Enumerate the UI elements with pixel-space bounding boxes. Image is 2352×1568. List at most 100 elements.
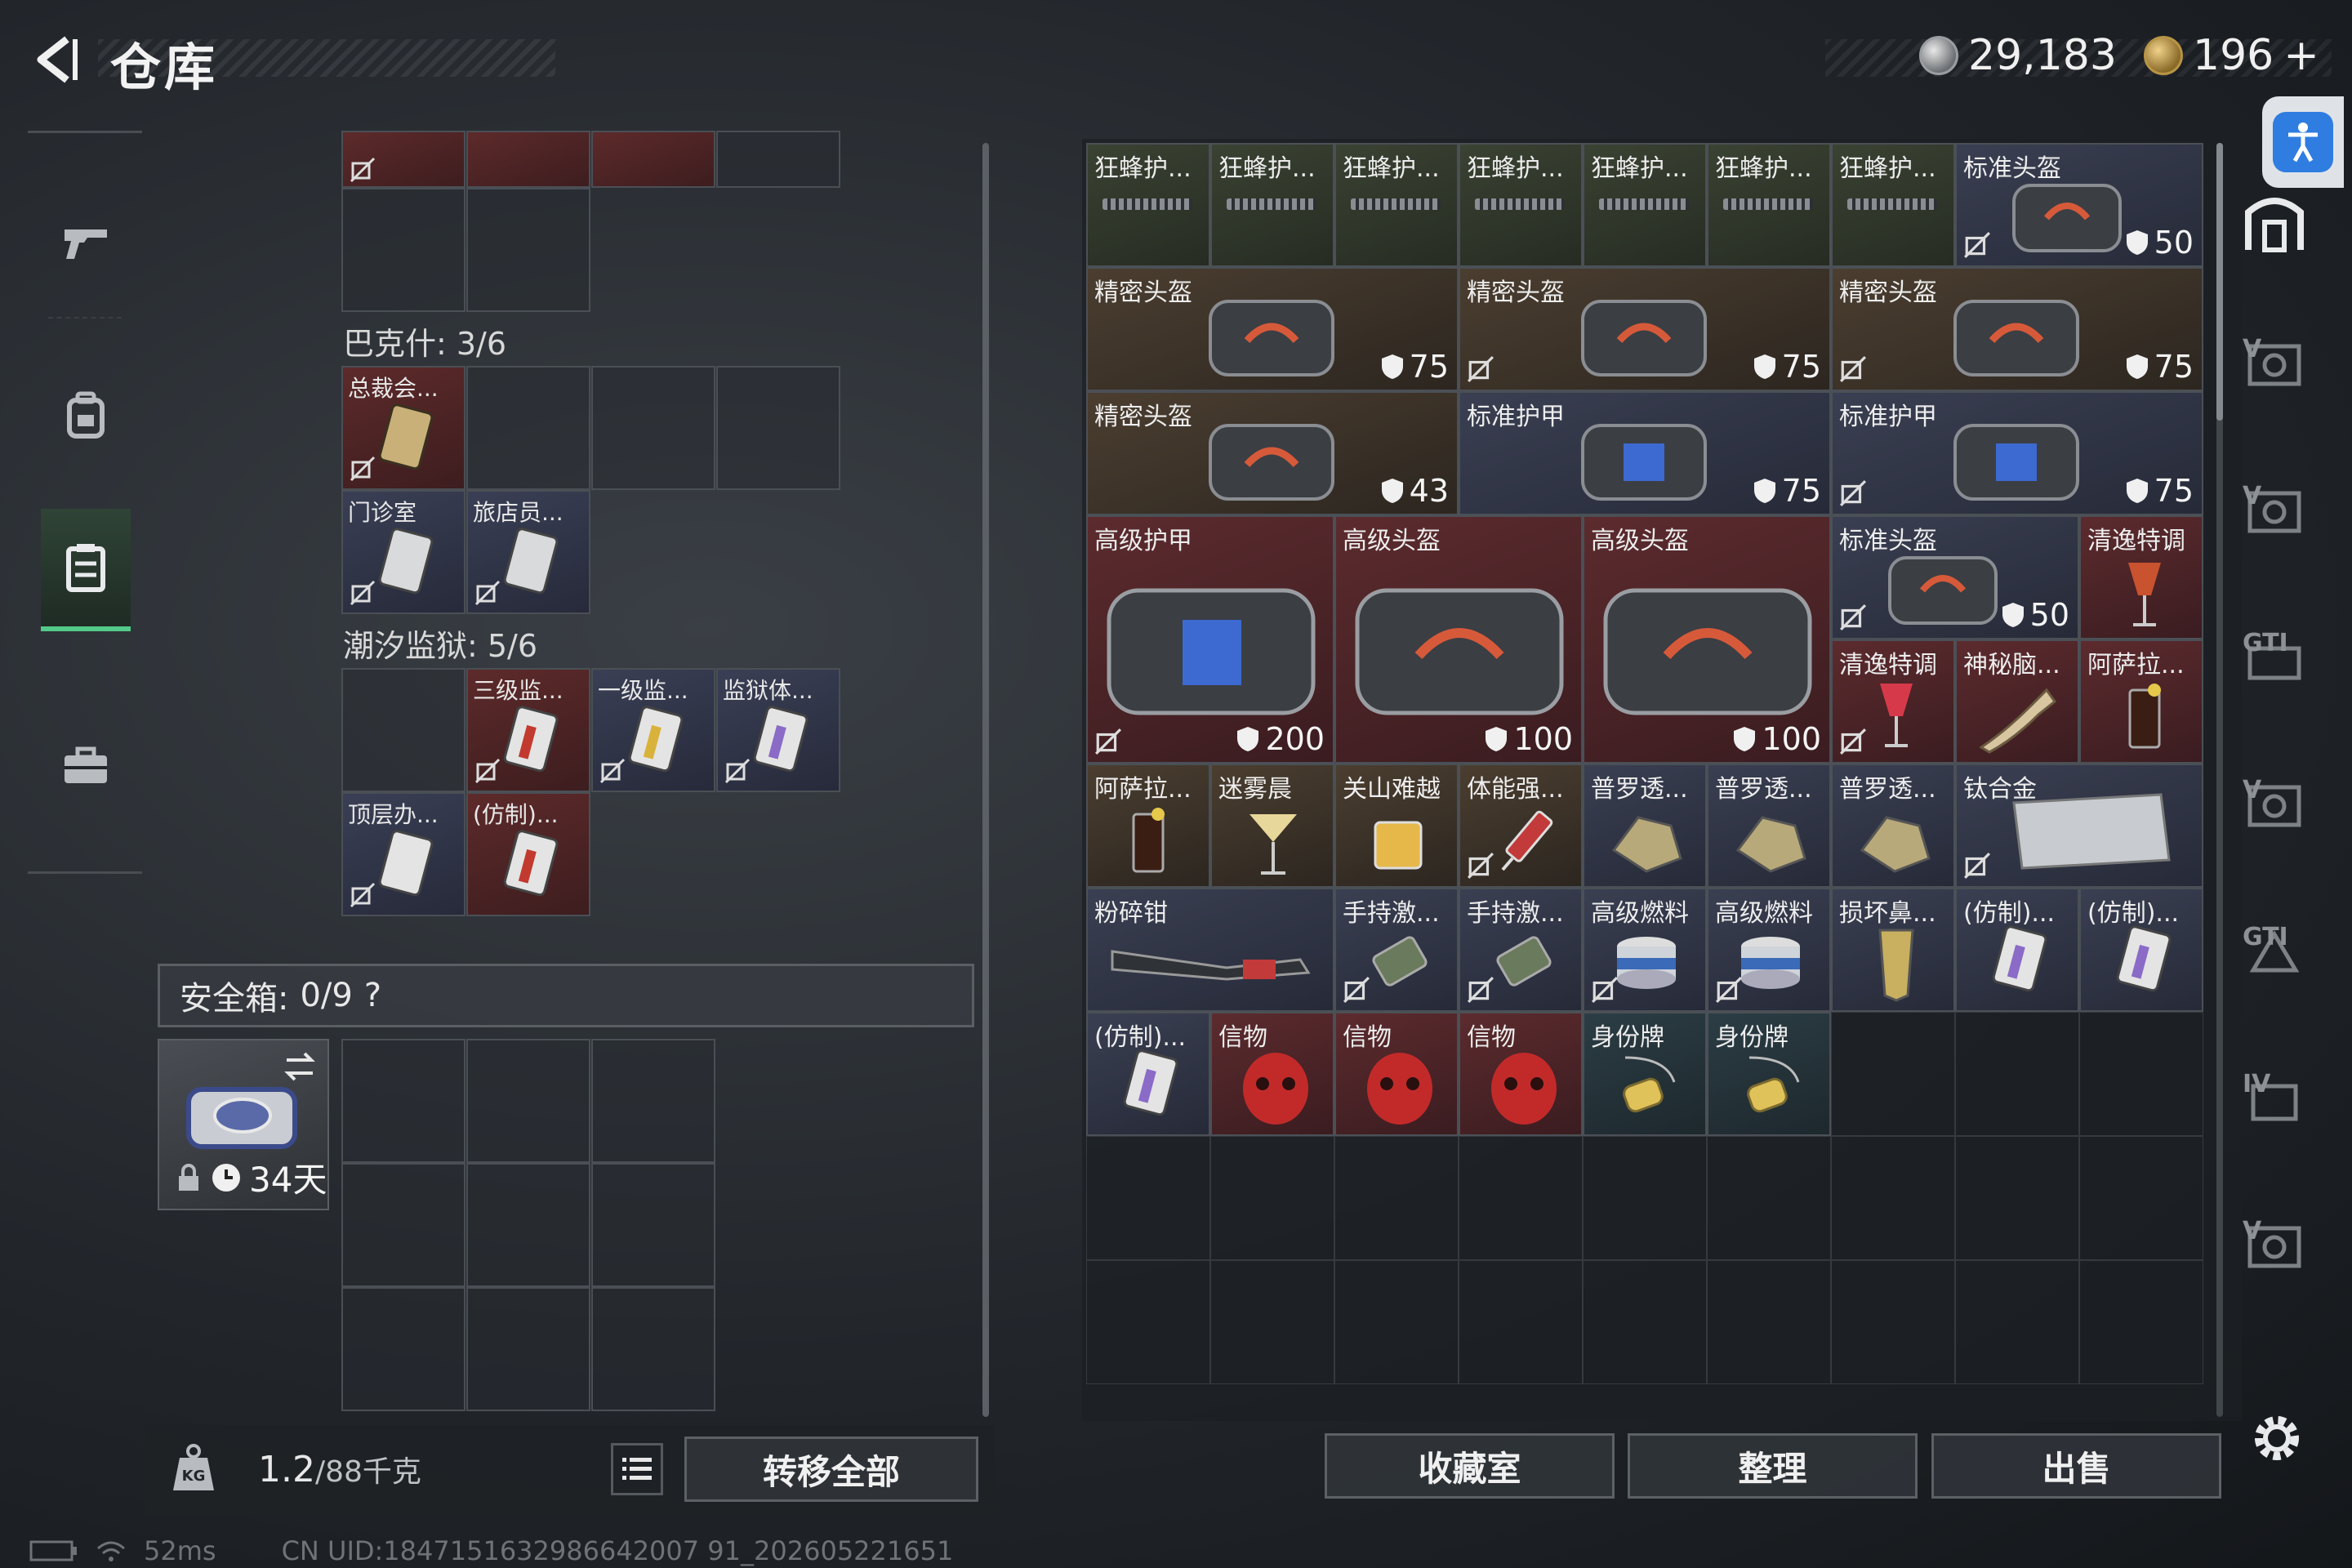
armor-plate-item[interactable]: 狂蜂护... [1583, 143, 1707, 267]
loadout-slot-empty[interactable] [341, 188, 466, 312]
stash-slot-empty[interactable] [2079, 1136, 2203, 1260]
storage-tab-gti-icon[interactable]: GTI [2238, 915, 2311, 988]
armor-plate-item[interactable]: 狂蜂护... [1210, 143, 1334, 267]
stash-slot-empty[interactable] [1086, 1260, 1210, 1384]
safebox-slot[interactable] [341, 1287, 466, 1411]
helmet-item[interactable]: 标准头盔 50 [1831, 515, 2079, 639]
helmet-item[interactable]: 精密头盔 75 [1459, 267, 1831, 391]
armor-plate-item[interactable]: 狂蜂护... [1086, 143, 1210, 267]
safebox-bar[interactable]: 安全箱: 0/9 ? [158, 964, 974, 1027]
stash-slot-empty[interactable] [1955, 1260, 2079, 1384]
accessibility-button[interactable] [2262, 96, 2344, 188]
loadout-slot[interactable] [341, 131, 466, 188]
loadout-slot-empty[interactable] [716, 366, 840, 490]
storage-tab-v-icon[interactable]: V [2238, 474, 2311, 547]
safebox-item[interactable]: 34天 [158, 1039, 329, 1210]
loadout-slot-empty[interactable] [466, 366, 590, 490]
loadout-slot-empty[interactable] [591, 366, 715, 490]
gold-currency[interactable]: 196 + [2144, 31, 2319, 80]
drink-item[interactable]: 清逸特调 [1831, 639, 1955, 764]
stash-slot-empty[interactable] [1210, 1260, 1334, 1384]
helmet-item[interactable]: 高级头盔 100 [1583, 515, 1831, 764]
drink-item[interactable]: 关山难越 [1334, 764, 1459, 888]
stash-slot-empty[interactable] [2079, 1260, 2203, 1384]
keycard-item[interactable]: (仿制)... [1955, 888, 2079, 1012]
token-item[interactable]: 信物 [1210, 1012, 1334, 1136]
stash-slot-empty[interactable] [1955, 1136, 2079, 1260]
mystery-item[interactable]: 神秘脑... [1955, 639, 2079, 764]
gear-icon[interactable] [2247, 1409, 2306, 1468]
dogtag-item[interactable]: 身份牌 [1707, 1012, 1831, 1136]
stash-slot-empty[interactable] [1831, 1136, 1955, 1260]
stash-slot-empty[interactable] [1707, 1260, 1831, 1384]
armor-plate-item[interactable]: 狂蜂护... [1831, 143, 1955, 267]
syringe-item[interactable]: 体能强... [1459, 764, 1583, 888]
collection-room-button[interactable]: 收藏室 [1325, 1433, 1615, 1499]
armor-plate-item[interactable]: 狂蜂护... [1707, 143, 1831, 267]
armor-plate-item[interactable]: 狂蜂护... [1334, 143, 1459, 267]
loadout-scrollbar[interactable] [982, 143, 989, 1417]
back-arrow-icon[interactable] [24, 31, 82, 88]
keycard-item[interactable]: 三级监... [466, 668, 590, 792]
sort-button[interactable]: 整理 [1628, 1433, 1918, 1499]
nav-backpack[interactable] [41, 354, 131, 476]
keycard-item[interactable]: (仿制)... [2079, 888, 2203, 1012]
token-item[interactable]: 信物 [1459, 1012, 1583, 1136]
storage-tab-v-icon[interactable]: V [2238, 327, 2311, 400]
helmet-item[interactable]: 精密头盔 75 [1831, 267, 2203, 391]
keycard-item[interactable]: 顶层办... [341, 792, 466, 916]
keycard-item[interactable]: 监狱体... [716, 668, 840, 792]
stash-slot-empty[interactable] [1459, 1136, 1583, 1260]
keycard-item[interactable]: 门诊室 [341, 490, 466, 614]
stash-slot-empty[interactable] [1334, 1260, 1459, 1384]
drink-item[interactable]: 阿萨拉... [1086, 764, 1210, 888]
loadout-slot-empty[interactable] [716, 131, 840, 188]
stash-slot-empty[interactable] [1831, 1012, 1955, 1136]
armor-item[interactable]: 高级护甲 200 [1086, 515, 1334, 764]
drink-item[interactable]: 清逸特调 [2079, 515, 2203, 639]
safebox-slot[interactable] [591, 1039, 715, 1163]
broken-item[interactable]: 损坏鼻... [1831, 888, 1955, 1012]
armor-plate-item[interactable]: 狂蜂护... [1459, 143, 1583, 267]
safebox-slot[interactable] [466, 1287, 590, 1411]
loadout-slot-empty[interactable] [341, 668, 466, 792]
helmet-item[interactable]: 精密头盔 75 [1086, 267, 1459, 391]
dogtag-item[interactable]: 身份牌 [1583, 1012, 1707, 1136]
stash-home-icon[interactable] [2238, 184, 2311, 257]
transfer-all-button[interactable]: 转移全部 [684, 1437, 978, 1502]
safebox-slot[interactable] [341, 1039, 466, 1163]
helmet-item[interactable]: 精密头盔 43 [1086, 391, 1459, 515]
stash-scrollbar[interactable] [2216, 143, 2223, 1417]
loadout-slot-empty[interactable] [466, 188, 590, 312]
keycard-item[interactable]: 总裁会... [341, 366, 466, 490]
storage-tab-iv-icon[interactable]: IV [2238, 1062, 2311, 1135]
stash-slot-empty[interactable] [2079, 1012, 2203, 1136]
list-view-button[interactable] [611, 1443, 663, 1495]
stash-slot-empty[interactable] [1583, 1136, 1707, 1260]
laser-item[interactable]: 手持激... [1334, 888, 1459, 1012]
keycard-item[interactable]: (仿制)... [1086, 1012, 1210, 1136]
fuel-item[interactable]: 高级燃料 [1583, 888, 1707, 1012]
nav-stash[interactable] [41, 509, 131, 631]
storage-tab-gti-icon[interactable]: GTI [2238, 621, 2311, 694]
stash-slot-empty[interactable] [1086, 1136, 1210, 1260]
nav-briefcase[interactable] [41, 705, 131, 827]
nav-weapons[interactable] [41, 182, 131, 305]
drink-item[interactable]: 迷雾晨 [1210, 764, 1334, 888]
help-icon[interactable]: ? [364, 977, 381, 1014]
stash-slot-empty[interactable] [1459, 1260, 1583, 1384]
keycard-item[interactable]: 旅店员... [466, 490, 590, 614]
fuel-item[interactable]: 高级燃料 [1707, 888, 1831, 1012]
token-item[interactable]: 信物 [1334, 1012, 1459, 1136]
armor-item[interactable]: 标准护甲 75 [1459, 391, 1831, 515]
swap-icon[interactable] [282, 1049, 318, 1085]
titanium-alloy-item[interactable]: 钛合金 [1955, 764, 2203, 888]
helmet-item[interactable]: 高级头盔 100 [1334, 515, 1583, 764]
storage-tab-v-icon[interactable]: V [2238, 1209, 2311, 1282]
ore-item[interactable]: 普罗透... [1831, 764, 1955, 888]
loadout-slot[interactable] [466, 131, 590, 188]
stash-slot-empty[interactable] [1583, 1260, 1707, 1384]
keycard-item[interactable]: (仿制)... [466, 792, 590, 916]
stash-slot-empty[interactable] [1955, 1012, 2079, 1136]
ore-item[interactable]: 普罗透... [1583, 764, 1707, 888]
